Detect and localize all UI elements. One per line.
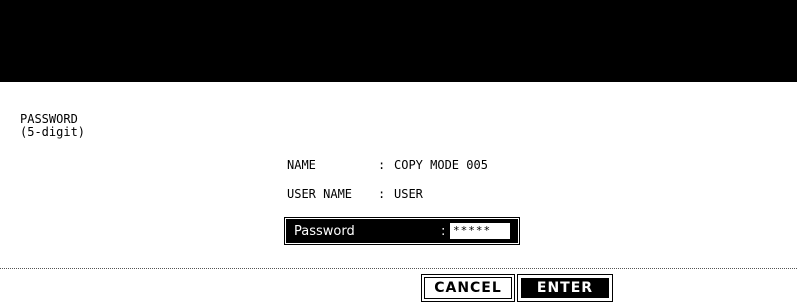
user-name-value: USER [394, 187, 423, 201]
name-separator: : [378, 158, 386, 172]
prompt-title: PASSWORD [20, 112, 78, 126]
user-name-separator: : [378, 187, 386, 201]
user-name-row: USER NAME: USER [287, 187, 423, 201]
password-label: Password [294, 224, 355, 239]
password-colon: : [441, 224, 446, 239]
prompt-subtitle: (5-digit) [20, 125, 86, 139]
top-header-bar [0, 0, 797, 82]
enter-button[interactable]: ENTER [517, 274, 613, 302]
password-field[interactable]: Password : ***** [284, 217, 520, 245]
name-label: NAME [287, 158, 316, 172]
cancel-button[interactable]: CANCEL [421, 274, 515, 302]
dotted-divider [0, 268, 797, 269]
user-name-label: USER NAME [287, 187, 353, 201]
name-row: NAME: COPY MODE 005 [287, 158, 488, 172]
name-value: COPY MODE 005 [394, 158, 488, 172]
password-input[interactable]: ***** [450, 223, 510, 239]
password-prompt: PASSWORD (5-digit) [20, 113, 85, 139]
enter-button-label: ENTER [521, 278, 609, 298]
